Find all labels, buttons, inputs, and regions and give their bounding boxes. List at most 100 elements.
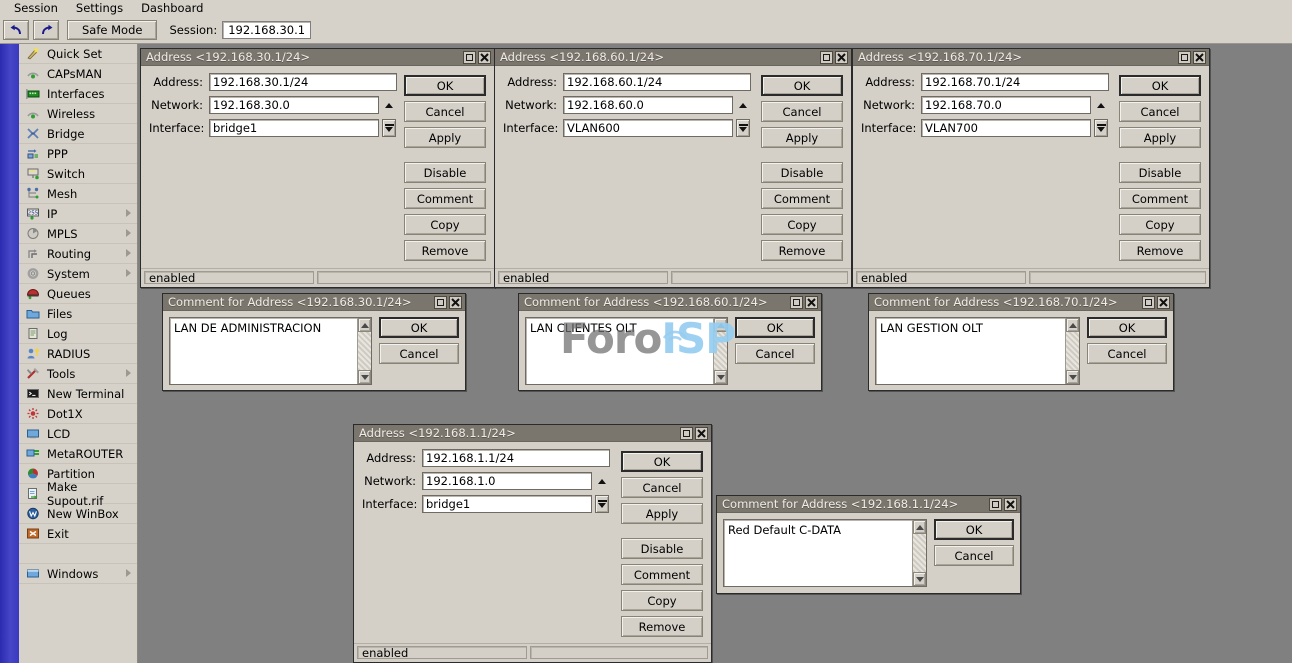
maximize-button[interactable] xyxy=(1142,296,1155,309)
sidebar-item-ip[interactable]: 255 IP xyxy=(19,204,137,224)
apply-button[interactable]: Apply xyxy=(1119,127,1201,148)
vertical-scrollbar[interactable] xyxy=(1065,318,1079,384)
comment-button[interactable]: Comment xyxy=(1119,188,1201,209)
network-input[interactable]: 192.168.70.0 xyxy=(921,96,1091,114)
interface-dropdown-button[interactable] xyxy=(382,119,396,137)
remove-button[interactable]: Remove xyxy=(761,240,843,261)
redo-button[interactable] xyxy=(33,20,59,40)
copy-button[interactable]: Copy xyxy=(761,214,843,235)
sidebar-item-routing[interactable]: Routing xyxy=(19,244,137,264)
close-button[interactable] xyxy=(1193,51,1206,64)
sidebar-item-new-terminal[interactable]: New Terminal xyxy=(19,384,137,404)
remove-button[interactable]: Remove xyxy=(621,616,703,637)
network-spinner-button[interactable] xyxy=(736,96,750,114)
close-button[interactable] xyxy=(1004,498,1017,511)
vertical-scrollbar[interactable] xyxy=(713,318,727,384)
sidebar-item-queues[interactable]: Queues xyxy=(19,284,137,304)
maximize-button[interactable] xyxy=(989,498,1002,511)
close-button[interactable] xyxy=(449,296,462,309)
interface-dropdown-button[interactable] xyxy=(595,495,609,513)
sidebar-item-tools[interactable]: Tools xyxy=(19,364,137,384)
session-address-field[interactable]: 192.168.30.1 xyxy=(222,21,311,39)
window-titlebar[interactable]: Address <192.168.60.1/24> xyxy=(495,49,851,66)
sidebar-item-make-supout[interactable]: Make Supout.rif xyxy=(19,484,137,504)
comment-textarea[interactable]: LAN DE ADMINISTRACION xyxy=(169,317,372,385)
network-input[interactable]: 192.168.1.0 xyxy=(422,472,592,490)
cancel-button[interactable]: Cancel xyxy=(1087,343,1167,364)
comment-button[interactable]: Comment xyxy=(404,188,486,209)
address-input[interactable]: 192.168.70.1/24 xyxy=(921,73,1109,91)
ok-button[interactable]: OK xyxy=(1087,317,1167,338)
menu-dashboard[interactable]: Dashboard xyxy=(133,0,213,17)
address-input[interactable]: 192.168.1.1/24 xyxy=(422,449,610,467)
cancel-button[interactable]: Cancel xyxy=(379,343,459,364)
address-input[interactable]: 192.168.60.1/24 xyxy=(563,73,751,91)
sidebar-item-bridge[interactable]: Bridge xyxy=(19,124,137,144)
window-titlebar[interactable]: Comment for Address <192.168.30.1/24> xyxy=(163,294,465,311)
cancel-button[interactable]: Cancel xyxy=(1119,101,1201,122)
close-button[interactable] xyxy=(478,51,491,64)
apply-button[interactable]: Apply xyxy=(761,127,843,148)
sidebar-item-wireless[interactable]: Wireless xyxy=(19,104,137,124)
scroll-down-button[interactable] xyxy=(913,572,926,586)
window-titlebar[interactable]: Address <192.168.30.1/24> xyxy=(141,49,494,66)
sidebar-item-log[interactable]: Log xyxy=(19,324,137,344)
scroll-up-button[interactable] xyxy=(714,318,727,332)
scroll-down-button[interactable] xyxy=(714,370,727,384)
interface-dropdown-button[interactable] xyxy=(736,119,750,137)
maximize-button[interactable] xyxy=(434,296,447,309)
copy-button[interactable]: Copy xyxy=(404,214,486,235)
disable-button[interactable]: Disable xyxy=(621,538,703,559)
maximize-button[interactable] xyxy=(463,51,476,64)
window-titlebar[interactable]: Address <192.168.70.1/24> xyxy=(853,49,1209,66)
address-input[interactable]: 192.168.30.1/24 xyxy=(209,73,397,91)
cancel-button[interactable]: Cancel xyxy=(404,101,486,122)
menu-session[interactable]: Session xyxy=(6,0,68,17)
interface-dropdown-button[interactable] xyxy=(1094,119,1108,137)
network-spinner-button[interactable] xyxy=(382,96,396,114)
scroll-up-button[interactable] xyxy=(1066,318,1079,332)
close-button[interactable] xyxy=(1157,296,1170,309)
comment-textarea[interactable]: LAN CLIENTES OLT xyxy=(525,317,728,385)
comment-textarea[interactable]: LAN GESTION OLT xyxy=(875,317,1080,385)
disable-button[interactable]: Disable xyxy=(761,162,843,183)
interface-input[interactable]: bridge1 xyxy=(422,495,592,513)
sidebar-item-mesh[interactable]: Mesh xyxy=(19,184,137,204)
sidebar-item-system[interactable]: System xyxy=(19,264,137,284)
disable-button[interactable]: Disable xyxy=(404,162,486,183)
interface-input[interactable]: VLAN700 xyxy=(921,119,1091,137)
apply-button[interactable]: Apply xyxy=(621,503,703,524)
ok-button[interactable]: OK xyxy=(761,75,843,96)
sidebar-item-new-winbox[interactable]: New WinBox xyxy=(19,504,137,524)
sidebar-item-capsman[interactable]: CAPsMAN xyxy=(19,64,137,84)
comment-button[interactable]: Comment xyxy=(621,564,703,585)
cancel-button[interactable]: Cancel xyxy=(934,545,1014,566)
copy-button[interactable]: Copy xyxy=(1119,214,1201,235)
vertical-scrollbar[interactable] xyxy=(357,318,371,384)
window-titlebar[interactable]: Address <192.168.1.1/24> xyxy=(354,425,711,442)
sidebar-item-mpls[interactable]: MPLS xyxy=(19,224,137,244)
cancel-button[interactable]: Cancel xyxy=(735,343,815,364)
network-input[interactable]: 192.168.60.0 xyxy=(563,96,733,114)
menu-settings[interactable]: Settings xyxy=(68,0,133,17)
ok-button[interactable]: OK xyxy=(379,317,459,338)
network-spinner-button[interactable] xyxy=(1094,96,1108,114)
sidebar-item-dot1x[interactable]: Dot1X xyxy=(19,404,137,424)
ok-button[interactable]: OK xyxy=(404,75,486,96)
sidebar-item-radius[interactable]: RADIUS xyxy=(19,344,137,364)
sidebar-item-ppp[interactable]: PPP xyxy=(19,144,137,164)
network-input[interactable]: 192.168.30.0 xyxy=(209,96,379,114)
scroll-down-button[interactable] xyxy=(358,370,371,384)
apply-button[interactable]: Apply xyxy=(404,127,486,148)
scroll-up-button[interactable] xyxy=(913,520,926,534)
disable-button[interactable]: Disable xyxy=(1119,162,1201,183)
ok-button[interactable]: OK xyxy=(621,451,703,472)
cancel-button[interactable]: Cancel xyxy=(621,477,703,498)
ok-button[interactable]: OK xyxy=(735,317,815,338)
undo-button[interactable] xyxy=(3,20,29,40)
window-titlebar[interactable]: Comment for Address <192.168.1.1/24> xyxy=(717,496,1020,513)
sidebar-item-exit[interactable]: Exit xyxy=(19,524,137,544)
sidebar-item-files[interactable]: Files xyxy=(19,304,137,324)
sidebar-item-lcd[interactable]: LCD xyxy=(19,424,137,444)
sidebar-item-windows[interactable]: Windows xyxy=(19,564,137,584)
